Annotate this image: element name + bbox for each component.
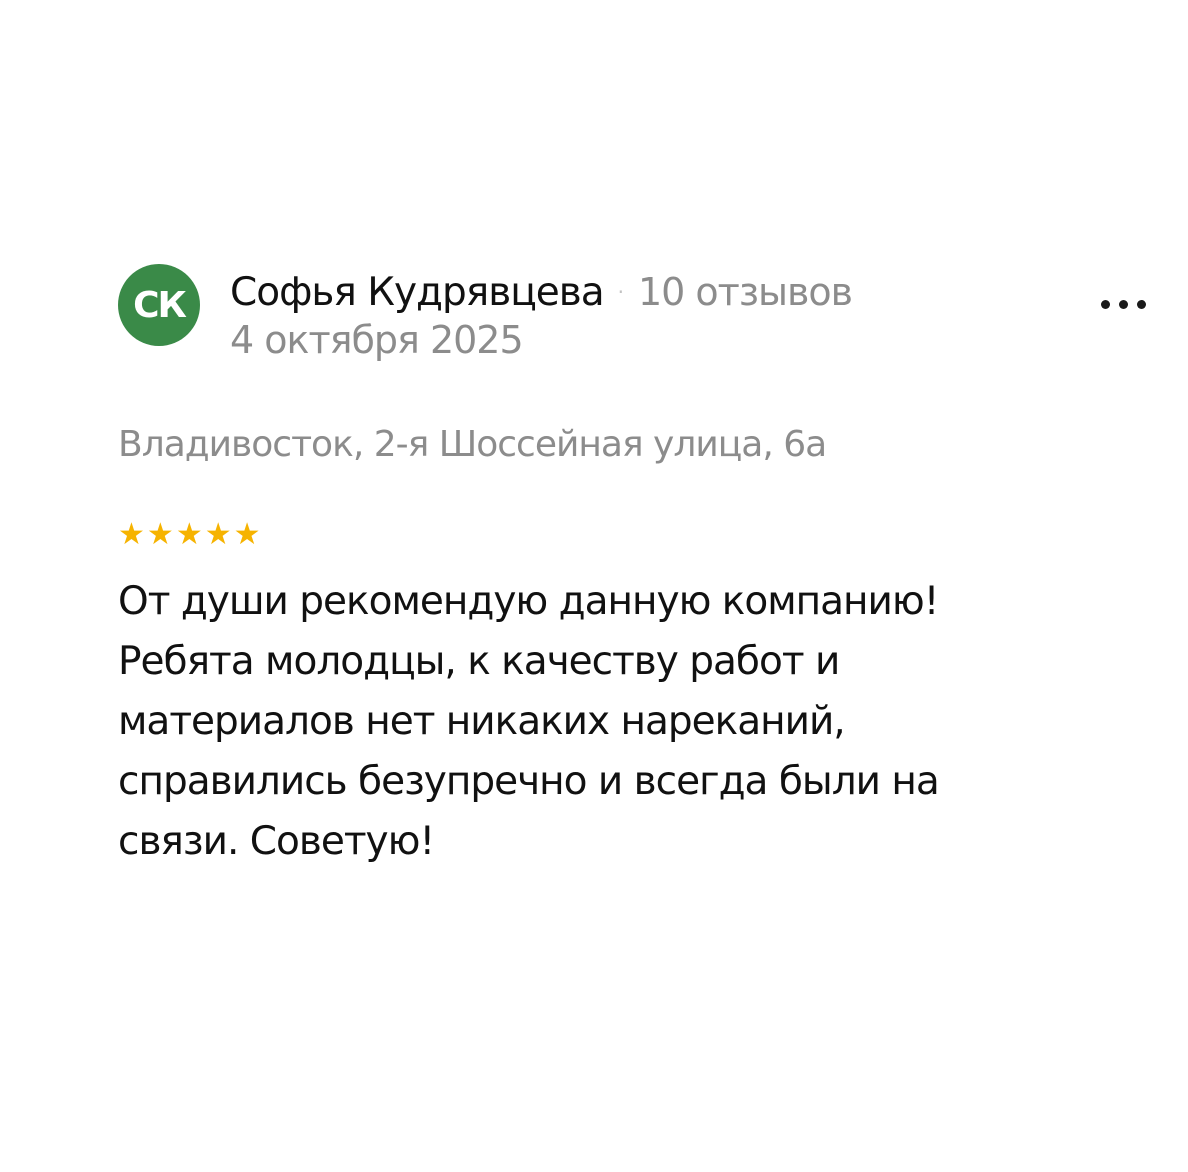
review-header: Софья Кудрявцева · 10 отзывов 4 октября …	[230, 262, 853, 363]
author-line: Софья Кудрявцева · 10 отзывов	[230, 262, 853, 322]
review-date: 4 октября 2025	[230, 318, 524, 362]
avatar-initials: СК	[133, 284, 187, 326]
review-text: От души рекомендую данную компанию! Ребя…	[118, 579, 940, 864]
star-icon: ★	[233, 517, 261, 552]
more-dots-icon	[1100, 299, 1146, 309]
review-address[interactable]: Владивосток, 2-я Шоссейная улица, 6а	[118, 424, 827, 465]
star-icon: ★	[146, 517, 174, 552]
more-options-button[interactable]	[1088, 284, 1158, 324]
avatar[interactable]: СК	[118, 264, 200, 346]
author-name[interactable]: Софья Кудрявцева	[230, 270, 605, 315]
review-card: СК Софья Кудрявцева · 10 отзывов 4 октяб…	[118, 262, 1158, 882]
star-icon: ★	[118, 517, 145, 552]
rating-stars: ★ ★ ★ ★ ★	[118, 520, 261, 550]
separator-dot: ·	[617, 280, 624, 304]
star-icon: ★	[204, 517, 232, 552]
reviews-count[interactable]: 10 отзывов	[638, 270, 853, 314]
star-icon: ★	[175, 517, 203, 552]
